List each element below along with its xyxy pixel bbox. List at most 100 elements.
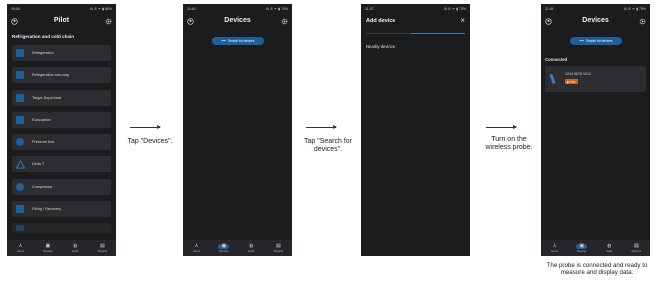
arrow-step1: [130, 125, 161, 129]
device-id: 1234 5678 9012: [565, 72, 591, 76]
bottom-nav: ⅄ Home ▣ Devices ◍ Data ▤ Reports: [541, 240, 650, 256]
home-icon: ⅄: [553, 243, 557, 249]
nav-devices[interactable]: ▣ Devices: [568, 240, 595, 256]
cylinder-icon: [12, 201, 28, 217]
nav-home[interactable]: ⅄ Home: [7, 240, 34, 256]
status-bar: 11:37 ⚙ ✆ ᯤ ▮ 73%: [365, 6, 466, 12]
nav-label: Home: [193, 249, 201, 253]
status-icons: ⚙ ✆ ᯤ ▮ 73%: [443, 6, 466, 11]
snowflake-icon: [12, 67, 28, 83]
search-devices-button[interactable]: ⟷ Search for devices: [570, 37, 622, 45]
page-title: Devices: [224, 17, 251, 24]
menu-item-label: Pressure test: [32, 140, 55, 144]
device-card[interactable]: 1234 5678 9012 ▮ 75%: [545, 66, 646, 92]
menu-item-target-superheat[interactable]: Target Superheat: [12, 90, 111, 106]
nav-data[interactable]: ◍ Data: [62, 240, 89, 256]
status-bar: 11:40 ⚙ ✆ ᯤ ▮ 75%: [187, 6, 288, 12]
superheat-icon: [12, 90, 28, 106]
nav-data[interactable]: ◍ Data: [596, 240, 623, 256]
bottom-nav: ⅄ Home ▣ Devices ◍ Data ▤ Reports: [7, 240, 116, 256]
nav-data[interactable]: ◍ Data: [238, 240, 265, 256]
data-icon: ◍: [248, 243, 254, 249]
status-time: 11:37: [365, 7, 374, 11]
menu-item-delta-t[interactable]: Delta T: [12, 156, 111, 172]
connected-label: Connected: [545, 57, 568, 62]
page-title: Pilot: [53, 17, 70, 24]
status-icons: ⚙ ✆ ᯤ ▮ 75%: [623, 6, 646, 11]
gear-icon[interactable]: [105, 18, 112, 25]
menu-item-refrigeration-one-way[interactable]: Refrigeration one-way: [12, 67, 111, 83]
progress-track: [366, 33, 465, 34]
menu-item-label: Refrigeration one-way: [32, 73, 70, 77]
gear-icon[interactable]: [281, 18, 288, 25]
caption-step2: Tap "Search for devices".: [303, 138, 352, 154]
gauge-icon: [12, 134, 28, 150]
menu-item-pressure-test[interactable]: Pressure test: [12, 134, 111, 150]
progress-fill: [410, 33, 465, 34]
reports-icon: ▤: [276, 243, 281, 249]
battery-icon: ▮: [567, 79, 569, 84]
page-title: Devices: [582, 17, 609, 24]
header: Add device ×: [361, 16, 470, 28]
nav-devices[interactable]: ▣ Devices: [210, 240, 237, 256]
nav-label: Data: [248, 249, 254, 253]
nav-home[interactable]: ⅄ Home: [183, 240, 210, 256]
home-icon: ⅄: [195, 243, 199, 249]
close-icon[interactable]: ×: [460, 16, 465, 25]
arrow-step3: [486, 125, 517, 129]
devices-icon: ▣: [576, 243, 588, 249]
nav-label: Data: [606, 249, 612, 253]
nav-label: Data: [72, 249, 78, 253]
search-devices-button[interactable]: ⟷ Search for devices: [212, 37, 264, 45]
reports-icon: ▤: [634, 243, 639, 249]
status-time: 11:40: [187, 7, 196, 11]
status-bar: 09:06 ⚙ ✆ ᯤ ▮ 86%: [11, 6, 112, 12]
screen-devices-empty: 11:40 ⚙ ✆ ᯤ ▮ 75% Devices ⟷ Search for d…: [183, 4, 292, 256]
gear-icon[interactable]: [639, 18, 646, 25]
nav-reports[interactable]: ▤ Reports: [265, 240, 292, 256]
home-icon: ⅄: [19, 243, 23, 249]
tool-icon: [12, 220, 28, 236]
menu-item-compressor[interactable]: Compressor: [12, 179, 111, 195]
status-time: 09:06: [11, 7, 20, 11]
menu-item-label: Delta T: [32, 162, 45, 166]
menu-item-label: Filling / Recovery: [32, 207, 62, 211]
menu-item-filling-recovery[interactable]: Filling / Recovery: [12, 201, 111, 217]
menu-item-label: Compressor: [32, 185, 53, 189]
battery-level: 75%: [569, 79, 576, 84]
nav-label: Devices: [577, 249, 587, 253]
nav-home[interactable]: ⅄ Home: [541, 240, 568, 256]
screen-devices-connected: 11:45 ⚙ ✆ ᯤ ▮ 75% Devices ⟷ Search for d…: [541, 4, 650, 256]
section-title: Refrigeration and cold chain: [12, 34, 75, 39]
devices-icon: ▣: [218, 243, 230, 249]
menu-item-label: Refrigeration: [32, 51, 54, 55]
search-devices-label: Search for devices: [228, 39, 255, 43]
status-icons: ⚙ ✆ ᯤ ▮ 86%: [89, 6, 112, 11]
dialog-title: Add device: [366, 18, 396, 24]
devices-icon: ▣: [45, 243, 51, 249]
data-icon: ◍: [72, 243, 78, 249]
bluetooth-search-icon: ⟷: [579, 39, 585, 43]
menu-item-partial[interactable]: [12, 223, 111, 233]
status-icons: ⚙ ✆ ᯤ ▮ 75%: [265, 6, 288, 11]
status-time: 11:45: [545, 7, 554, 11]
nav-label: Reports: [97, 249, 108, 253]
caption-step1: Tap "Devices".: [127, 138, 173, 145]
menu-item-label: Target Superheat: [32, 96, 62, 100]
caption-step3: Turn on the wireless probe.: [485, 136, 533, 152]
snowflake-icon: [12, 45, 28, 61]
data-icon: ◍: [606, 243, 612, 249]
battery-badge: ▮ 75%: [565, 79, 578, 84]
nav-label: Home: [17, 249, 25, 253]
nav-reports[interactable]: ▤ Reports: [623, 240, 650, 256]
nav-reports[interactable]: ▤ Reports: [89, 240, 116, 256]
screen-add-device: 11:37 ⚙ ✆ ᯤ ▮ 73% Add device × Nearby de…: [361, 4, 470, 256]
bluetooth-search-icon: ⟷: [221, 39, 227, 43]
header: Pilot: [7, 16, 116, 28]
menu-item-evacuation[interactable]: Evacuation: [12, 112, 111, 128]
screen-pilot: 09:06 ⚙ ✆ ᯤ ▮ 86% Pilot Refrigeration an…: [7, 4, 116, 256]
evacuation-icon: [12, 112, 28, 128]
menu-item-refrigeration[interactable]: Refrigeration: [12, 45, 111, 61]
arrow-step2: [306, 125, 337, 129]
nav-devices[interactable]: ▣ Devices: [34, 240, 61, 256]
